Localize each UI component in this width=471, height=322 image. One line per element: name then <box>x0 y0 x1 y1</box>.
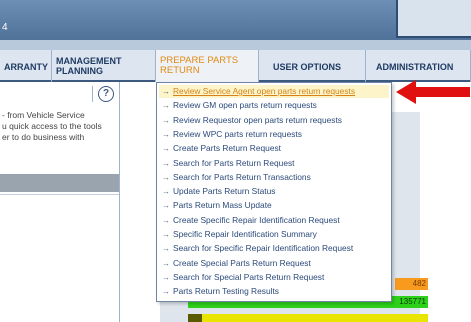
menu-item-label: Search for Specific Repair Identificatio… <box>173 243 354 254</box>
menu-item[interactable]: → Parts Return Testing Results <box>159 285 389 298</box>
arrow-right-icon: → <box>162 230 170 239</box>
menu-item[interactable]: → Create Specific Repair Identification R… <box>159 214 389 227</box>
arrow-right-icon: → <box>162 172 170 182</box>
welcome-text: - from Vehicle Service u quick access to… <box>2 110 102 142</box>
arrow-right-icon: → <box>162 129 170 139</box>
menu-item[interactable]: → Review GM open parts return requests <box>159 99 389 112</box>
tab-warranty[interactable]: ARRANTY <box>0 50 52 82</box>
menu-item[interactable]: → Create Parts Return Request <box>159 142 389 155</box>
menu-item[interactable]: → Search for Special Parts Return Request <box>159 271 389 284</box>
tab-prepare-parts-return[interactable]: PREPARE PARTS RETURN <box>156 50 259 82</box>
menu-item-label: Parts Return Mass Update <box>173 200 272 211</box>
menu-item[interactable]: → Review Service Agent open parts return … <box>159 85 389 98</box>
menu-item-label: Search for Parts Return Transactions <box>173 171 311 182</box>
menu-item-label: Create Special Parts Return Request <box>173 257 311 268</box>
arrow-right-icon: → <box>162 101 170 111</box>
status-bar-orange: 482 <box>395 278 428 290</box>
header-title-fragment: 4 <box>2 22 8 33</box>
status-bar-yellow-marker <box>188 314 202 322</box>
menu-item[interactable]: → Review Requestor open parts return requ… <box>159 114 389 127</box>
menu-item[interactable]: → Create Special Parts Return Request <box>159 257 389 270</box>
prepare-parts-return-menu: → Review Service Agent open parts return … <box>156 82 392 302</box>
arrow-right-icon: → <box>162 187 170 197</box>
menu-item-label: Update Parts Return Status <box>173 186 276 197</box>
left-section-bar <box>0 174 119 192</box>
left-panel: ? - from Vehicle Service u quick access … <box>0 82 120 322</box>
arrow-right-icon: → <box>162 287 170 297</box>
menu-item-label: Review Requestor open parts return reque… <box>173 114 342 125</box>
tab-management-planning[interactable]: MANAGEMENT PLANNING <box>52 50 156 82</box>
menu-item-label: Create Specific Repair Identification Re… <box>173 214 340 225</box>
menu-item-label: Specific Repair Identification Summary <box>173 229 317 239</box>
main-nav: ARRANTY MANAGEMENT PLANNING PREPARE PART… <box>0 50 471 82</box>
help-icon[interactable]: ? <box>98 86 114 102</box>
menu-item-label: Search for Parts Return Request <box>173 157 295 168</box>
menu-item-label: Review GM open parts return requests <box>173 100 317 111</box>
menu-item[interactable]: → Search for Specific Repair Identificati… <box>159 242 389 255</box>
arrow-right-icon: → <box>162 201 170 211</box>
header-strip <box>0 40 471 50</box>
menu-item[interactable]: → Update Parts Return Status <box>159 185 389 198</box>
menu-item[interactable]: → Parts Return Mass Update <box>159 199 389 212</box>
status-bar-yellow <box>188 314 428 322</box>
menu-item-label: Search for Special Parts Return Request <box>173 271 325 282</box>
menu-item-label: Review Service Agent open parts return r… <box>173 86 356 96</box>
arrow-right-icon: → <box>162 272 170 282</box>
menu-item[interactable]: → Review WPC parts return requests <box>159 128 389 141</box>
menu-item[interactable]: → Specific Repair Identification Summary <box>159 228 389 241</box>
tab-administration[interactable]: ADMINISTRATION <box>366 50 471 82</box>
arrow-right-icon: → <box>162 215 170 225</box>
arrow-right-icon: → <box>162 158 170 168</box>
arrow-right-icon: → <box>162 244 170 254</box>
header-panel <box>396 0 471 38</box>
menu-item[interactable]: → Search for Parts Return Transactions <box>159 171 389 184</box>
arrow-right-icon: → <box>162 115 170 125</box>
menu-item[interactable]: → Search for Parts Return Request <box>159 157 389 170</box>
help-divider <box>92 86 93 102</box>
tab-user-options[interactable]: USER OPTIONS <box>259 50 366 82</box>
menu-item-label: Parts Return Testing Results <box>173 286 279 297</box>
arrow-right-icon: → <box>162 258 170 268</box>
menu-item-label: Create Parts Return Request <box>173 143 281 154</box>
arrow-right-icon: → <box>162 144 170 154</box>
arrow-right-icon: → <box>162 87 170 96</box>
menu-item-label: Review WPC parts return requests <box>173 128 302 139</box>
red-pointer-arrow-icon <box>396 80 470 104</box>
left-content-frame <box>0 194 119 322</box>
